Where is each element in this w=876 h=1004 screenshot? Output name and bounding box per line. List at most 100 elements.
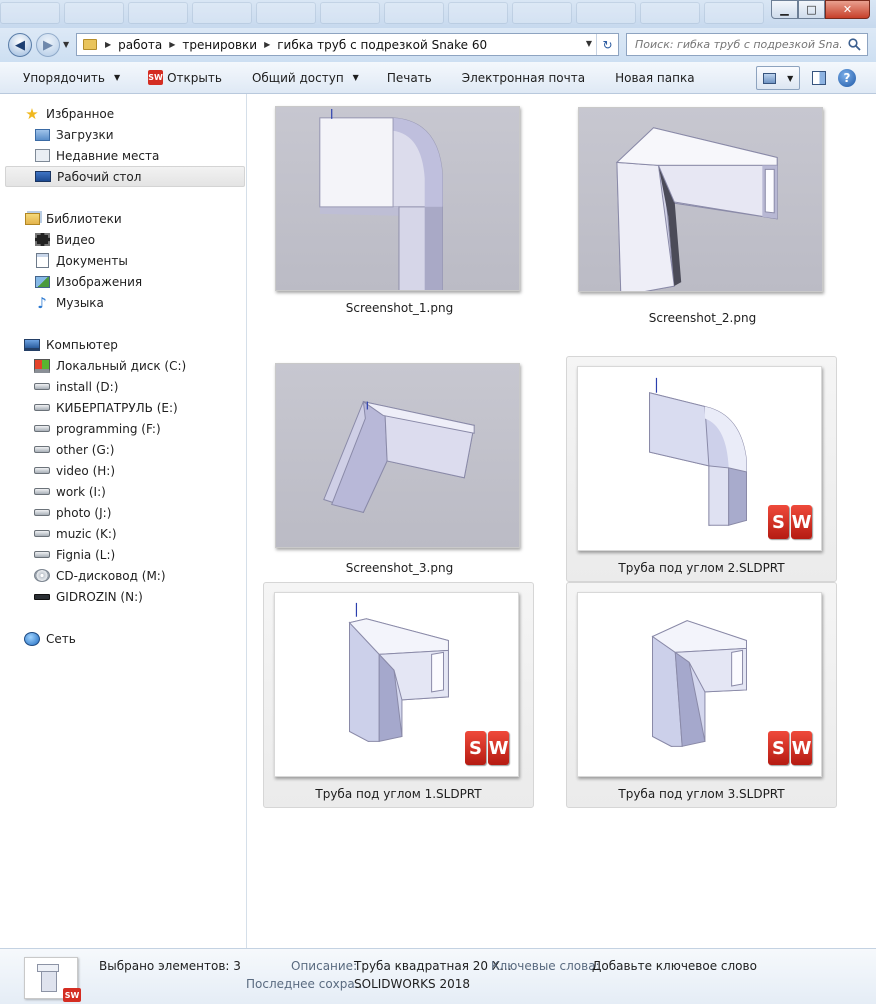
pipe-bend-render-icon — [323, 400, 475, 513]
preview-pane-icon — [812, 71, 826, 85]
nav-item-drive-n[interactable]: GIDROZIN (N:) — [0, 586, 245, 607]
nav-label: Fignia (L:) — [56, 547, 116, 562]
organize-label: Упорядочить — [23, 70, 105, 85]
breadcrumb-item[interactable]: работа — [118, 38, 162, 52]
images-icon — [34, 274, 50, 290]
share-button[interactable]: Общий доступ ▼ — [236, 66, 373, 90]
back-arrow-icon: ◀ — [15, 37, 25, 53]
nav-item-downloads[interactable]: Загрузки — [0, 124, 245, 145]
drive-icon — [34, 526, 50, 542]
file-tile[interactable]: Screenshot_1.png — [264, 96, 535, 322]
breadcrumb-separator-icon[interactable]: ▶ — [105, 40, 111, 49]
breadcrumb-separator-icon[interactable]: ▶ — [264, 40, 270, 49]
file-name: Screenshot_1.png — [345, 301, 454, 315]
details-pane: SW Выбрано элементов: 3 Описание: Труба … — [0, 948, 876, 1004]
nav-label: Загрузки — [56, 127, 114, 142]
back-button[interactable]: ◀ — [8, 33, 32, 57]
nav-item-drive-d[interactable]: install (D:) — [0, 376, 245, 397]
desktop-icon — [35, 169, 51, 185]
address-row: ◀ ▶ ▼ ▶ работа ▶ тренировки ▶ гибка труб… — [0, 28, 876, 62]
nav-libraries[interactable]: Библиотеки — [0, 208, 245, 229]
maximize-button[interactable]: □ — [798, 0, 825, 19]
selected-count: Выбрано элементов: 3 — [99, 959, 241, 973]
email-button[interactable]: Электронная почта — [446, 66, 599, 90]
drive-icon — [34, 547, 50, 563]
nav-label: programming (F:) — [56, 421, 161, 436]
ghost-tab — [320, 2, 380, 24]
ghost-tab — [64, 2, 124, 24]
organize-button[interactable]: Упорядочить ▼ — [0, 66, 134, 90]
nav-favorites[interactable]: ★ Избранное — [0, 103, 245, 124]
preview-pane-button[interactable] — [808, 67, 830, 89]
last-saved-value[interactable]: SOLIDWORKS 2018 — [354, 977, 470, 991]
nav-item-video[interactable]: Видео — [0, 229, 245, 250]
nav-label: Компьютер — [46, 337, 118, 352]
file-name: Труба под углом 3.SLDPRT — [618, 787, 785, 801]
search-box[interactable] — [626, 33, 868, 56]
change-view-button[interactable]: ▼ — [756, 66, 800, 90]
address-history-dropdown[interactable]: ▼ — [586, 39, 592, 48]
breadcrumb-separator-icon[interactable]: ▶ — [169, 40, 175, 49]
file-thumbnail — [275, 106, 520, 291]
refresh-button[interactable]: ↻ — [596, 34, 618, 55]
nav-label: photo (J:) — [56, 505, 112, 520]
nav-computer[interactable]: Компьютер — [0, 334, 245, 355]
chevron-down-icon: ▼ — [787, 73, 794, 83]
drive-icon — [34, 400, 50, 416]
nav-label: Документы — [56, 253, 128, 268]
chevron-down-icon: ▼ — [352, 73, 359, 82]
nav-item-drive-m[interactable]: CD-дисковод (M:) — [0, 565, 245, 586]
chevron-down-icon: ▼ — [113, 73, 121, 82]
nav-item-drive-k[interactable]: muzic (K:) — [0, 523, 245, 544]
address-bar[interactable]: ▶ работа ▶ тренировки ▶ гибка труб с под… — [76, 33, 619, 56]
keywords-value[interactable]: Добавьте ключевое слово — [592, 959, 757, 973]
nav-item-drive-h[interactable]: video (H:) — [0, 460, 245, 481]
nav-item-drive-j[interactable]: photo (J:) — [0, 502, 245, 523]
search-input[interactable] — [627, 38, 841, 51]
print-button[interactable]: Печать — [373, 66, 446, 90]
ghost-tab — [704, 2, 764, 24]
command-bar: Упорядочить ▼ SW Открыть Общий доступ ▼ … — [0, 62, 876, 94]
star-icon: ★ — [25, 104, 39, 123]
nav-item-drive-e[interactable]: КИБЕРПАТРУЛЬ (E:) — [0, 397, 245, 418]
libraries-icon — [24, 211, 40, 227]
nav-item-documents[interactable]: Документы — [0, 250, 245, 271]
view-controls: ▼ ? — [756, 66, 856, 90]
file-tile-selected[interactable]: SW Труба под углом 1.SLDPRT — [263, 582, 534, 808]
nav-item-music[interactable]: ♪ Музыка — [0, 292, 245, 313]
nav-label: Музыка — [56, 295, 104, 310]
search-icon[interactable] — [848, 38, 861, 51]
nav-network[interactable]: Сеть — [0, 628, 245, 649]
new-folder-button[interactable]: Новая папка — [599, 66, 708, 90]
description-value[interactable]: Труба квадратная 20 Х... — [354, 959, 512, 973]
nav-item-recent-places[interactable]: Недавние места — [0, 145, 245, 166]
nav-item-images[interactable]: Изображения — [0, 271, 245, 292]
usb-drive-icon — [34, 589, 50, 605]
help-button[interactable]: ? — [838, 69, 856, 87]
nav-label: КИБЕРПАТРУЛЬ (E:) — [56, 400, 178, 415]
breadcrumb-item[interactable]: гибка труб с подрезкой Snake 60 — [277, 38, 487, 52]
nav-item-drive-i[interactable]: work (I:) — [0, 481, 245, 502]
file-tile-selected[interactable]: SW Труба под углом 2.SLDPRT — [566, 356, 837, 582]
open-button[interactable]: SW Открыть — [134, 66, 236, 90]
nav-item-drive-f[interactable]: programming (F:) — [0, 418, 245, 439]
file-tile[interactable]: Screenshot_3.png — [264, 356, 535, 582]
description-label: Описание: — [291, 959, 358, 973]
solidworks-logo-icon: SW — [767, 728, 813, 768]
nav-item-drive-g[interactable]: other (G:) — [0, 439, 245, 460]
nav-item-drive-l[interactable]: Fignia (L:) — [0, 544, 245, 565]
recent-pages-dropdown[interactable]: ▼ — [63, 40, 69, 49]
nav-label: GIDROZIN (N:) — [56, 589, 143, 604]
nav-label: Сеть — [46, 631, 76, 646]
nav-label: other (G:) — [56, 442, 115, 457]
forward-button[interactable]: ▶ — [36, 33, 60, 57]
breadcrumb-item[interactable]: тренировки — [182, 38, 257, 52]
nav-item-drive-c[interactable]: Локальный диск (C:) — [0, 355, 245, 376]
file-tile-selected[interactable]: SW Труба под углом 3.SLDPRT — [566, 582, 837, 808]
nav-item-desktop[interactable]: Рабочий стол — [5, 166, 245, 187]
close-button[interactable]: ✕ — [825, 0, 870, 19]
minimize-button[interactable]: ▁ — [771, 0, 798, 19]
file-thumbnail: SW — [577, 592, 822, 777]
file-tile[interactable]: Screenshot_2.png — [567, 106, 838, 332]
drive-icon — [34, 442, 50, 458]
